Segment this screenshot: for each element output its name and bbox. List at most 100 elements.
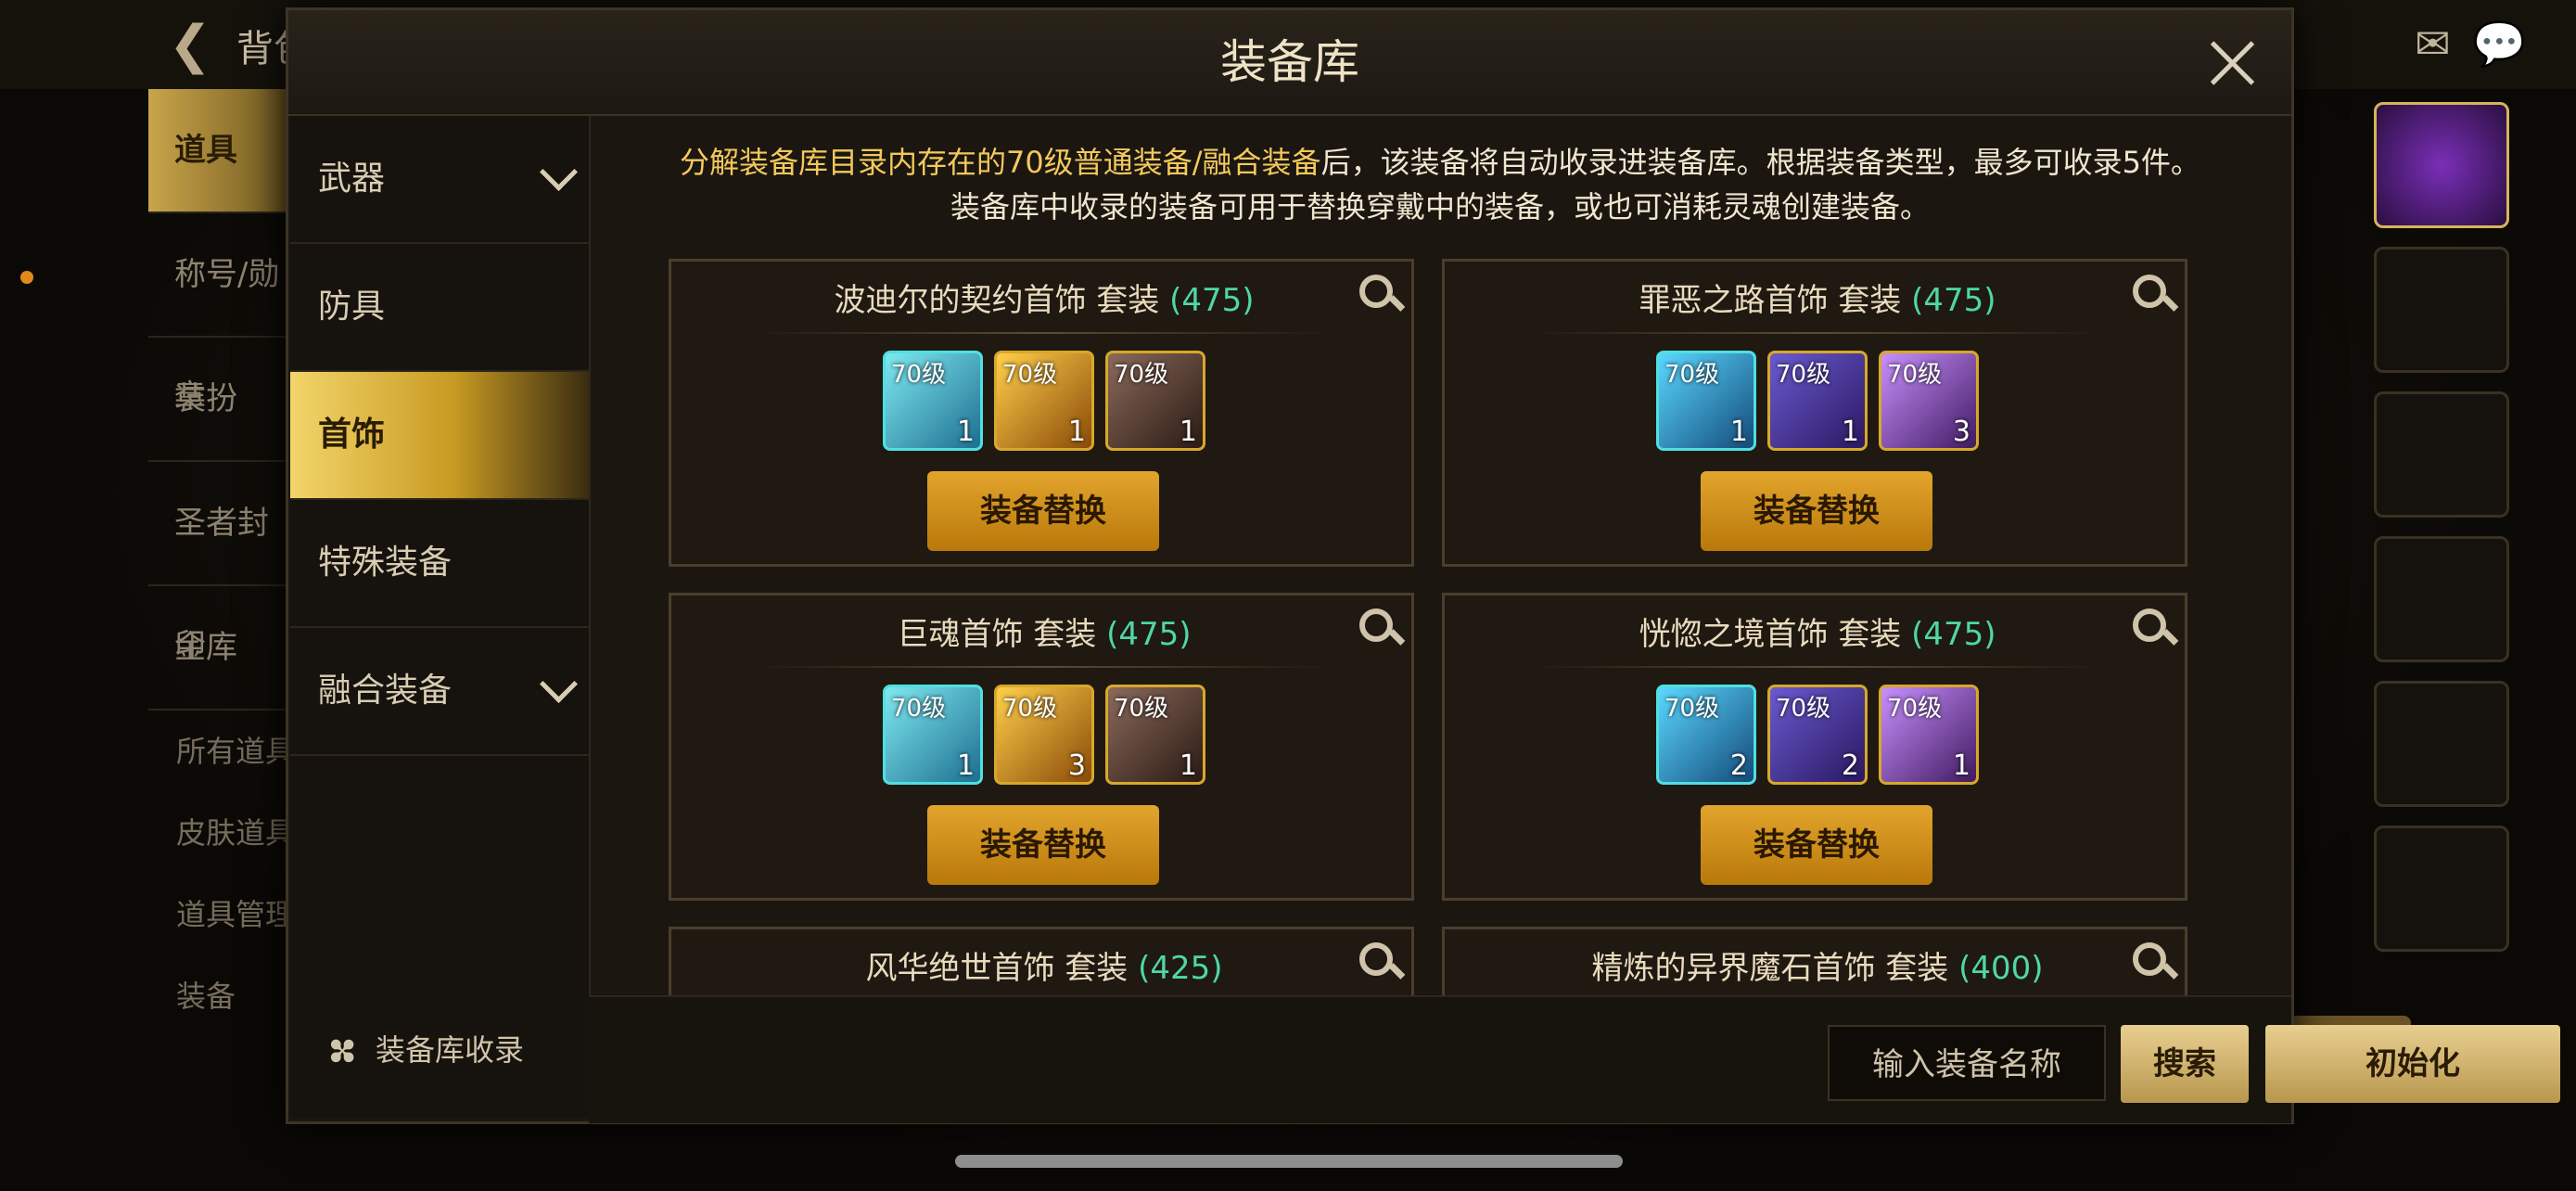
set-card: 罪恶之路首饰 套装 (475) 70级 1 70级 1 70级 3 装备替换: [1442, 259, 2187, 567]
bag-sub-all[interactable]: 所有道具: [148, 711, 297, 792]
bag-slot-item[interactable]: [2374, 391, 2509, 518]
set-items: 70级 1 70级 1 70级 1: [671, 351, 1417, 451]
equipment-slot[interactable]: 70级 1: [883, 351, 983, 451]
library-collection-button[interactable]: ✤ 装备库收录: [315, 1018, 524, 1082]
item-quantity: 1: [1179, 416, 1197, 448]
set-name: 风华绝世首饰: [865, 950, 1055, 987]
set-card: 风华绝世首饰 套装 (425): [669, 927, 1414, 997]
equipment-slot[interactable]: 70级 1: [994, 351, 1094, 451]
set-card: 精炼的异界魔石首饰 套装 (400): [1442, 927, 2187, 997]
item-quantity: 1: [1067, 416, 1086, 448]
item-level: 70级: [891, 361, 947, 389]
equipment-swap-button[interactable]: 装备替换: [1701, 471, 1932, 551]
equipment-slot[interactable]: 70级 1: [883, 685, 983, 785]
item-level: 70级: [1776, 361, 1831, 389]
search-icon[interactable]: [2133, 608, 2166, 642]
set-count: (475): [1169, 282, 1255, 319]
set-card: 巨魂首饰 套装 (475) 70级 1 70级 3 70级 1 装备替换: [669, 593, 1414, 901]
search-icon[interactable]: [2133, 275, 2166, 308]
equipment-slot[interactable]: 70级 2: [1767, 685, 1868, 785]
search-icon[interactable]: [1359, 275, 1393, 308]
search-icon[interactable]: [1359, 608, 1393, 642]
bag-slot-item[interactable]: [2374, 826, 2509, 952]
set-title: 精炼的异界魔石首饰 套装 (400): [1445, 942, 2190, 988]
bag-slot-item[interactable]: [2374, 536, 2509, 662]
bag-tab-avatar[interactable]: 装扮: [148, 338, 297, 462]
set-suffix: 套装: [1838, 616, 1902, 653]
equipment-slot[interactable]: 70级 1: [1879, 685, 1979, 785]
bag-tab-vault[interactable]: 金库: [148, 586, 297, 711]
equipment-slot[interactable]: 70级 1: [1105, 685, 1205, 785]
item-quantity: 3: [1067, 749, 1086, 782]
bag-sub-manage[interactable]: 道具管理: [148, 874, 297, 955]
equipment-slot[interactable]: 70级 2: [1656, 685, 1756, 785]
bag-tab-items[interactable]: 道具: [148, 89, 297, 213]
category-special[interactable]: 特殊装备: [290, 500, 589, 628]
item-level: 70级: [891, 695, 947, 723]
item-quantity: 1: [1952, 749, 1970, 782]
equipment-name-input[interactable]: 输入装备名称: [1828, 1025, 2106, 1101]
set-items: 70级 2 70级 2 70级 1: [1445, 685, 2190, 785]
notification-dot: [20, 271, 33, 284]
equipment-slot[interactable]: 70级 1: [1105, 351, 1205, 451]
bag-slot-item[interactable]: [2374, 102, 2509, 228]
set-title: 风华绝世首饰 套装 (425): [671, 942, 1417, 988]
collection-icon: ✤: [314, 1025, 368, 1079]
category-label: 防具: [318, 288, 386, 326]
category-fusion[interactable]: 融合装备: [290, 628, 589, 756]
modal-header: 装备库: [288, 10, 2291, 116]
description: 分解装备库目录内存在的70级普通装备/融合装备后，该装备将自动收录进装备库。根据…: [589, 140, 2291, 229]
category-label: 武器: [318, 160, 386, 198]
equipment-slot[interactable]: 70级 1: [1767, 351, 1868, 451]
description-text: 后，该装备将自动收录进装备库。根据装备类型，最多可收录5件。: [1320, 145, 2200, 180]
back-icon[interactable]: ❮: [158, 13, 223, 78]
close-icon[interactable]: [2200, 31, 2265, 96]
bag-slot-item[interactable]: [2374, 681, 2509, 807]
set-count: (400): [1958, 950, 2044, 987]
set-suffix: 套装: [1885, 950, 1949, 987]
search-icon[interactable]: [2133, 942, 2166, 976]
bag-tab-seal[interactable]: 圣者封印: [148, 462, 297, 664]
divider: [1528, 332, 2103, 334]
category-armor[interactable]: 防具: [290, 244, 589, 372]
bag-slot-item[interactable]: [2374, 247, 2509, 373]
category-accessory[interactable]: 首饰: [290, 372, 589, 500]
item-level: 70级: [1887, 361, 1943, 389]
description-text-2: 装备库中收录的装备可用于替换穿戴中的装备，或也可消耗灵魂创建装备。: [950, 189, 1930, 224]
set-title: 巨魂首饰 套装 (475): [671, 608, 1417, 654]
set-card: 波迪尔的契约首饰 套装 (475) 70级 1 70级 1 70级 1 装备替换: [669, 259, 1414, 567]
set-count: (475): [1911, 616, 1996, 653]
equipment-slot[interactable]: 70级 1: [1656, 351, 1756, 451]
set-title: 恍惚之境首饰 套装 (475): [1445, 608, 2190, 654]
category-label: 融合装备: [318, 672, 453, 710]
chat-icon[interactable]: ✉💬: [2415, 19, 2548, 70]
bag-sub-skin[interactable]: 皮肤道具: [148, 792, 297, 874]
item-level: 70级: [1887, 695, 1943, 723]
reset-button[interactable]: 初始化: [2265, 1025, 2560, 1103]
item-quantity: 1: [1179, 749, 1197, 782]
bag-sub-equip[interactable]: 装备: [148, 955, 297, 1037]
item-quantity: 1: [1729, 416, 1748, 448]
set-count: (475): [1106, 616, 1192, 653]
bag-tab-titles[interactable]: 称号/勋章: [148, 213, 297, 416]
divider: [1528, 666, 2103, 668]
item-level: 70级: [1114, 361, 1169, 389]
equipment-slot[interactable]: 70级 3: [994, 685, 1094, 785]
search-button[interactable]: 搜索: [2121, 1025, 2249, 1103]
set-suffix: 套装: [1838, 282, 1902, 319]
set-name: 精炼的异界魔石首饰: [1591, 950, 1876, 987]
set-name: 波迪尔的契约首饰: [834, 282, 1087, 319]
bottom-bar: 输入装备名称 搜索 初始化: [589, 995, 2560, 1123]
equipment-library-modal: 装备库 武器 防具 首饰 特殊装备 融合装备 ✤ 装备库收录 分解装备库目录内存在…: [286, 7, 2560, 1124]
set-items: 70级 1 70级 1 70级 3: [1445, 351, 2190, 451]
item-level: 70级: [1776, 695, 1831, 723]
bag-slots: [2263, 102, 2559, 1030]
equipment-swap-button[interactable]: 装备替换: [1701, 805, 1932, 885]
search-icon[interactable]: [1359, 942, 1393, 976]
equipment-slot[interactable]: 70级 3: [1879, 351, 1979, 451]
equipment-swap-button[interactable]: 装备替换: [927, 471, 1159, 551]
equipment-swap-button[interactable]: 装备替换: [927, 805, 1159, 885]
item-quantity: 3: [1952, 416, 1970, 448]
category-weapon[interactable]: 武器: [290, 116, 589, 244]
item-quantity: 2: [1841, 749, 1859, 782]
